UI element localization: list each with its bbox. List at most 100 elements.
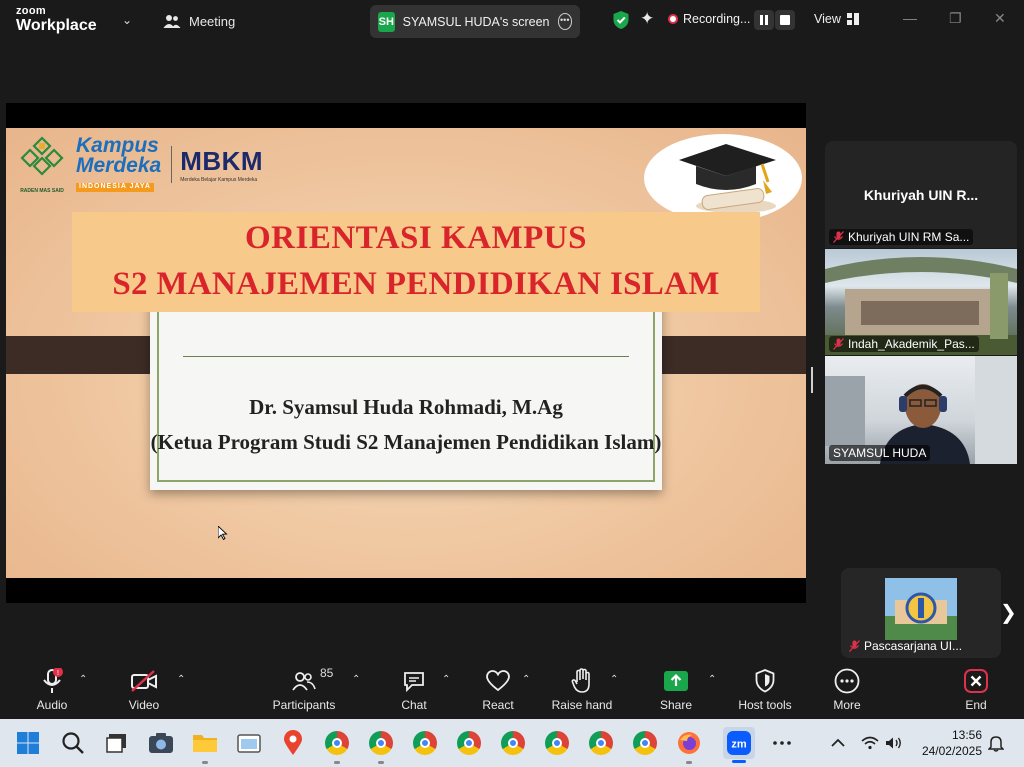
graduation-cap-image bbox=[644, 134, 802, 222]
bell-icon bbox=[988, 736, 1004, 752]
participant-display-name: Khuriyah UIN R... bbox=[863, 187, 979, 203]
microphone-icon: ! bbox=[43, 668, 63, 693]
share-button[interactable]: Share bbox=[656, 660, 696, 718]
logo-kampus-text: Kampus bbox=[76, 134, 159, 158]
panel-resize-handle[interactable] bbox=[811, 367, 813, 393]
window-app-icon bbox=[237, 734, 261, 753]
taskbar-app-zoom[interactable]: zm bbox=[723, 727, 755, 763]
title-bar: zoom Workplace ⌄ Meeting SH SYAMSUL HUDA… bbox=[0, 0, 1024, 42]
taskbar-app-chrome-8[interactable] bbox=[631, 729, 659, 757]
restore-icon[interactable]: ❐ bbox=[949, 10, 962, 27]
share-indicator[interactable]: SH SYAMSUL HUDA's screen ••• bbox=[370, 5, 580, 38]
end-icon bbox=[964, 669, 988, 693]
chrome-icon bbox=[369, 731, 393, 755]
more-options-icon[interactable]: ••• bbox=[557, 13, 572, 30]
taskbar-app-chrome-4[interactable] bbox=[455, 729, 483, 757]
running-indicator bbox=[686, 761, 692, 764]
audio-options-chevron-icon[interactable]: ⌃ bbox=[79, 674, 87, 685]
react-button[interactable]: React bbox=[478, 660, 518, 718]
brand-bottom: Workplace bbox=[16, 17, 97, 34]
audio-button[interactable]: ! Audio bbox=[32, 660, 72, 718]
volume-button[interactable] bbox=[880, 729, 908, 757]
paper-divider bbox=[183, 356, 629, 357]
taskbar-app-chrome-2[interactable] bbox=[367, 729, 395, 764]
participant-name-tag: Pascasarjana UI... bbox=[845, 638, 966, 654]
more-button[interactable]: More bbox=[827, 660, 867, 718]
video-off-icon bbox=[131, 670, 157, 692]
meeting-label: Meeting bbox=[189, 13, 236, 29]
zoom-workplace-logo[interactable]: zoom Workplace bbox=[16, 6, 97, 34]
task-view-button[interactable] bbox=[103, 729, 131, 757]
taskbar-app-chrome-6[interactable] bbox=[543, 729, 571, 757]
taskbar-app-chrome-7[interactable] bbox=[587, 729, 615, 757]
view-menu[interactable]: View bbox=[814, 12, 859, 26]
notifications-button[interactable] bbox=[982, 729, 1010, 757]
taskbar-app-chrome-3[interactable] bbox=[411, 729, 439, 757]
react-options-chevron-icon[interactable]: ⌃ bbox=[522, 674, 530, 685]
graduation-cap-icon bbox=[679, 144, 776, 213]
participant-name: Pascasarjana UI... bbox=[864, 639, 963, 653]
system-clock[interactable]: 13:56 24/02/2025 bbox=[918, 727, 982, 759]
decor-bar-left bbox=[6, 336, 168, 374]
chat-button[interactable]: Chat bbox=[394, 660, 434, 718]
volume-icon bbox=[886, 737, 901, 749]
tray-expand-button[interactable] bbox=[824, 729, 852, 757]
taskbar-app-camera[interactable] bbox=[147, 729, 175, 757]
heart-icon bbox=[486, 670, 510, 692]
close-icon[interactable]: ✕ bbox=[994, 10, 1006, 27]
taskbar-app-file-explorer[interactable] bbox=[191, 729, 219, 764]
participant-name: Indah_Akademik_Pas... bbox=[848, 337, 975, 351]
view-label: View bbox=[814, 12, 841, 26]
taskbar-app-firefox[interactable] bbox=[675, 729, 703, 764]
participant-tile-khuriyah[interactable]: Khuriyah UIN R... Khuriyah UIN RM Sa... bbox=[825, 141, 1017, 248]
slide-title-line1: ORIENTASI KAMPUS bbox=[244, 220, 587, 256]
audio-label: Audio bbox=[36, 698, 68, 712]
chevron-down-icon[interactable]: ⌄ bbox=[122, 13, 132, 27]
raise-hand-label: Raise hand bbox=[551, 698, 613, 712]
meeting-toolbar: ! Audio ⌃ Video ⌃ Participants 85 ⌃ Chat… bbox=[0, 660, 1024, 718]
participant-avatar-image bbox=[885, 578, 957, 640]
meeting-menu[interactable]: Meeting bbox=[163, 13, 235, 29]
chat-icon bbox=[404, 672, 424, 693]
video-options-chevron-icon[interactable]: ⌃ bbox=[177, 674, 185, 685]
chevron-right-icon[interactable]: ❯ bbox=[1000, 600, 1017, 625]
raise-hand-options-chevron-icon[interactable]: ⌃ bbox=[610, 674, 618, 685]
windows-start-button[interactable] bbox=[14, 729, 42, 757]
running-indicator bbox=[378, 761, 384, 764]
participants-options-chevron-icon[interactable]: ⌃ bbox=[352, 674, 360, 685]
slide-title-line2: S2 MANAJEMEN PENDIDIKAN ISLAM bbox=[112, 266, 720, 302]
chrome-icon bbox=[589, 731, 613, 755]
participant-tile-syamsul[interactable]: SYAMSUL HUDA bbox=[825, 356, 1017, 464]
more-icon bbox=[834, 668, 860, 694]
taskbar-app-maps[interactable] bbox=[279, 729, 307, 757]
raise-hand-button[interactable]: Raise hand bbox=[552, 660, 612, 718]
taskbar-overflow-button[interactable] bbox=[768, 729, 796, 757]
taskbar-app-remote[interactable] bbox=[235, 729, 263, 757]
share-options-chevron-icon[interactable]: ⌃ bbox=[708, 674, 716, 685]
svg-text:!: ! bbox=[57, 670, 59, 677]
chevron-up-icon bbox=[831, 738, 845, 747]
host-tools-button[interactable]: Host tools bbox=[737, 660, 793, 718]
participant-tile-pascasarjana[interactable]: Pascasarjana UI... bbox=[841, 568, 1001, 658]
end-meeting-button[interactable]: End bbox=[956, 660, 996, 718]
mouse-cursor-icon bbox=[218, 526, 228, 540]
logo-mbkm-text: MBKM bbox=[180, 145, 264, 176]
search-button[interactable] bbox=[59, 729, 87, 757]
participants-count: 85 bbox=[320, 666, 334, 680]
presenter-name: Dr. Syamsul Huda Rohmadi, M.Ag bbox=[249, 395, 563, 419]
stop-recording-button[interactable] bbox=[775, 10, 795, 30]
chat-options-chevron-icon[interactable]: ⌃ bbox=[442, 674, 450, 685]
chat-label: Chat bbox=[401, 698, 427, 712]
clock-time: 13:56 bbox=[951, 728, 982, 742]
chrome-icon bbox=[545, 731, 569, 755]
ai-companion-icon[interactable]: ✦ bbox=[640, 9, 654, 29]
recording-indicator[interactable]: Recording... bbox=[668, 12, 750, 26]
minimize-icon[interactable]: — bbox=[903, 10, 917, 26]
video-button[interactable]: Video bbox=[124, 660, 164, 718]
taskbar-app-chrome-1[interactable] bbox=[323, 729, 351, 764]
taskbar-app-chrome-5[interactable] bbox=[499, 729, 527, 757]
task-view-icon bbox=[106, 734, 126, 753]
participant-tile-indah[interactable]: Indah_Akademik_Pas... bbox=[825, 249, 1017, 355]
pause-recording-button[interactable] bbox=[754, 10, 774, 30]
encryption-shield-icon[interactable] bbox=[612, 10, 630, 30]
